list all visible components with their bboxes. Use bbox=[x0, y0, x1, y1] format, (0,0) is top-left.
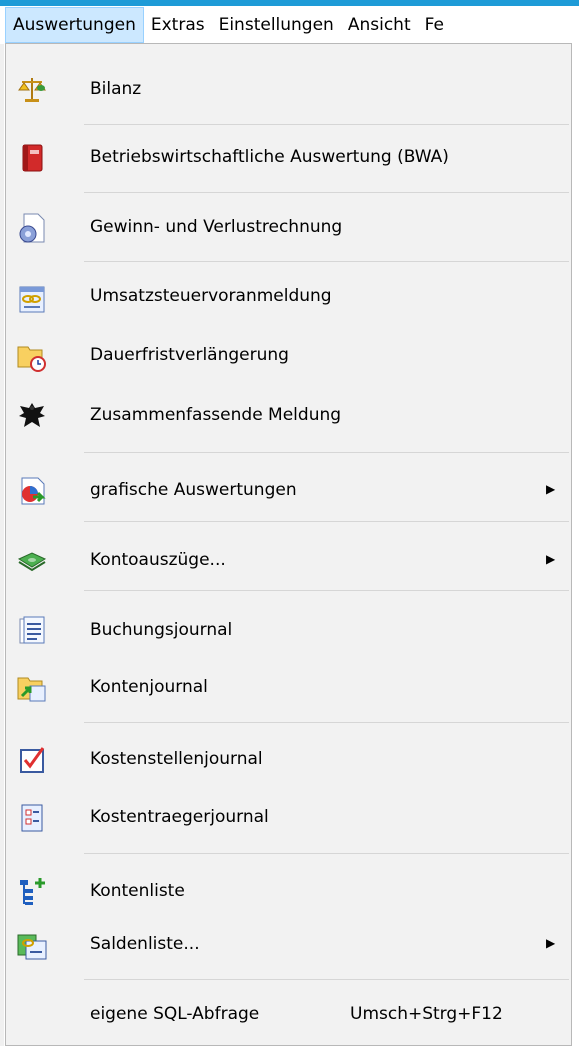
menu-separator bbox=[84, 124, 569, 125]
menu-item-guv[interactable]: Gewinn- und Verlustrechnung bbox=[6, 201, 571, 255]
document-disc-icon bbox=[19, 213, 45, 243]
menu-item-label: Bilanz bbox=[90, 79, 142, 99]
chart-arrow-icon bbox=[21, 477, 46, 505]
document-chain-icon bbox=[19, 286, 45, 313]
tree-plus-icon bbox=[20, 878, 45, 905]
menu-item-umsatzsteuervoranmeldung[interactable]: Umsatzsteuervoranmeldung bbox=[6, 272, 571, 326]
menu-item-label: Saldenliste... bbox=[90, 934, 200, 954]
menubar-extras[interactable]: Extras bbox=[144, 7, 212, 43]
menu-item-label: Gewinn- und Verlustrechnung bbox=[90, 217, 343, 237]
menu-separator bbox=[84, 452, 569, 453]
menu-item-zusammenfassende-meldung[interactable]: Zusammenfassende Meldung bbox=[6, 389, 571, 443]
menu-item-bwa[interactable]: Betriebswirtschaftliche Auswertung (BWA) bbox=[6, 131, 571, 185]
scales-icon bbox=[18, 78, 46, 102]
menu-item-grafische-auswertungen[interactable]: grafische Auswertungen ▶ bbox=[6, 464, 571, 518]
chain-list-icon bbox=[17, 934, 47, 960]
menu-item-label: Buchungsjournal bbox=[90, 620, 233, 640]
submenu-arrow-icon: ▶ bbox=[546, 936, 556, 950]
form-document-icon bbox=[21, 804, 43, 832]
menu-separator bbox=[84, 192, 569, 193]
menu-separator bbox=[84, 722, 569, 723]
menu-separator bbox=[84, 853, 569, 854]
menubar-ansicht[interactable]: Ansicht bbox=[341, 7, 418, 43]
menu-item-dauerfristverlaengerung[interactable]: Dauerfristverlängerung bbox=[6, 329, 571, 383]
red-book-icon bbox=[22, 144, 43, 172]
menu-item-label: Kontenjournal bbox=[90, 677, 208, 697]
menu-item-kostentraegerjournal[interactable]: Kostentraegerjournal bbox=[6, 791, 571, 845]
menu-separator bbox=[84, 590, 569, 591]
federal-eagle-icon bbox=[19, 403, 45, 427]
menubar-truncated-item[interactable]: Fe bbox=[418, 7, 451, 43]
menu-separator bbox=[84, 521, 569, 522]
menu-item-bilanz[interactable]: Bilanz bbox=[6, 63, 571, 117]
menu-item-kontenliste[interactable]: Kontenliste bbox=[6, 865, 571, 919]
menu-item-label: Kostenstellenjournal bbox=[90, 749, 263, 769]
auswertungen-dropdown-menu: Bilanz Betriebswirtschaftliche Auswertun… bbox=[5, 43, 572, 1046]
menu-item-label: Kontoauszüge... bbox=[90, 550, 226, 570]
menu-item-label: Umsatzsteuervoranmeldung bbox=[90, 286, 332, 306]
menu-separator bbox=[84, 979, 569, 980]
window-left-edge bbox=[0, 6, 4, 1046]
menu-item-label: Dauerfristverlängerung bbox=[90, 345, 289, 365]
money-bundle-icon bbox=[17, 552, 47, 572]
checkbox-icon bbox=[20, 747, 45, 773]
menu-item-kontoauszuege[interactable]: Kontoauszüge... ▶ bbox=[6, 534, 571, 588]
menu-item-label: grafische Auswertungen bbox=[90, 480, 297, 500]
menu-item-buchungsjournal[interactable]: Buchungsjournal bbox=[6, 604, 571, 658]
menubar-auswertungen[interactable]: Auswertungen bbox=[5, 7, 144, 43]
menu-item-label: Kontenliste bbox=[90, 881, 185, 901]
menu-item-kontenjournal[interactable]: Kontenjournal bbox=[6, 661, 571, 715]
menu-item-kostenstellenjournal[interactable]: Kostenstellenjournal bbox=[6, 733, 571, 787]
menu-separator bbox=[84, 261, 569, 262]
menu-item-label: Betriebswirtschaftliche Auswertung (BWA) bbox=[90, 147, 449, 167]
menu-item-eigene-sql-abfrage[interactable]: eigene SQL-Abfrage Umsch+Strg+F12 bbox=[6, 988, 571, 1042]
folder-arrow-icon bbox=[17, 677, 46, 702]
menubar-einstellungen[interactable]: Einstellungen bbox=[212, 7, 341, 43]
folder-clock-icon bbox=[17, 346, 46, 372]
submenu-arrow-icon: ▶ bbox=[546, 482, 556, 496]
menu-item-label: Zusammenfassende Meldung bbox=[90, 405, 342, 425]
submenu-arrow-icon: ▶ bbox=[546, 552, 556, 566]
menu-item-saldenliste[interactable]: Saldenliste... ▶ bbox=[6, 918, 571, 972]
shortcut-label: Umsch+Strg+F12 bbox=[350, 1004, 503, 1024]
journal-pages-icon bbox=[19, 616, 45, 644]
menubar: Auswertungen Extras Einstellungen Ansich… bbox=[0, 6, 579, 44]
menu-item-label: Kostentraegerjournal bbox=[90, 807, 269, 827]
menu-item-label: eigene SQL-Abfrage bbox=[90, 1004, 260, 1024]
